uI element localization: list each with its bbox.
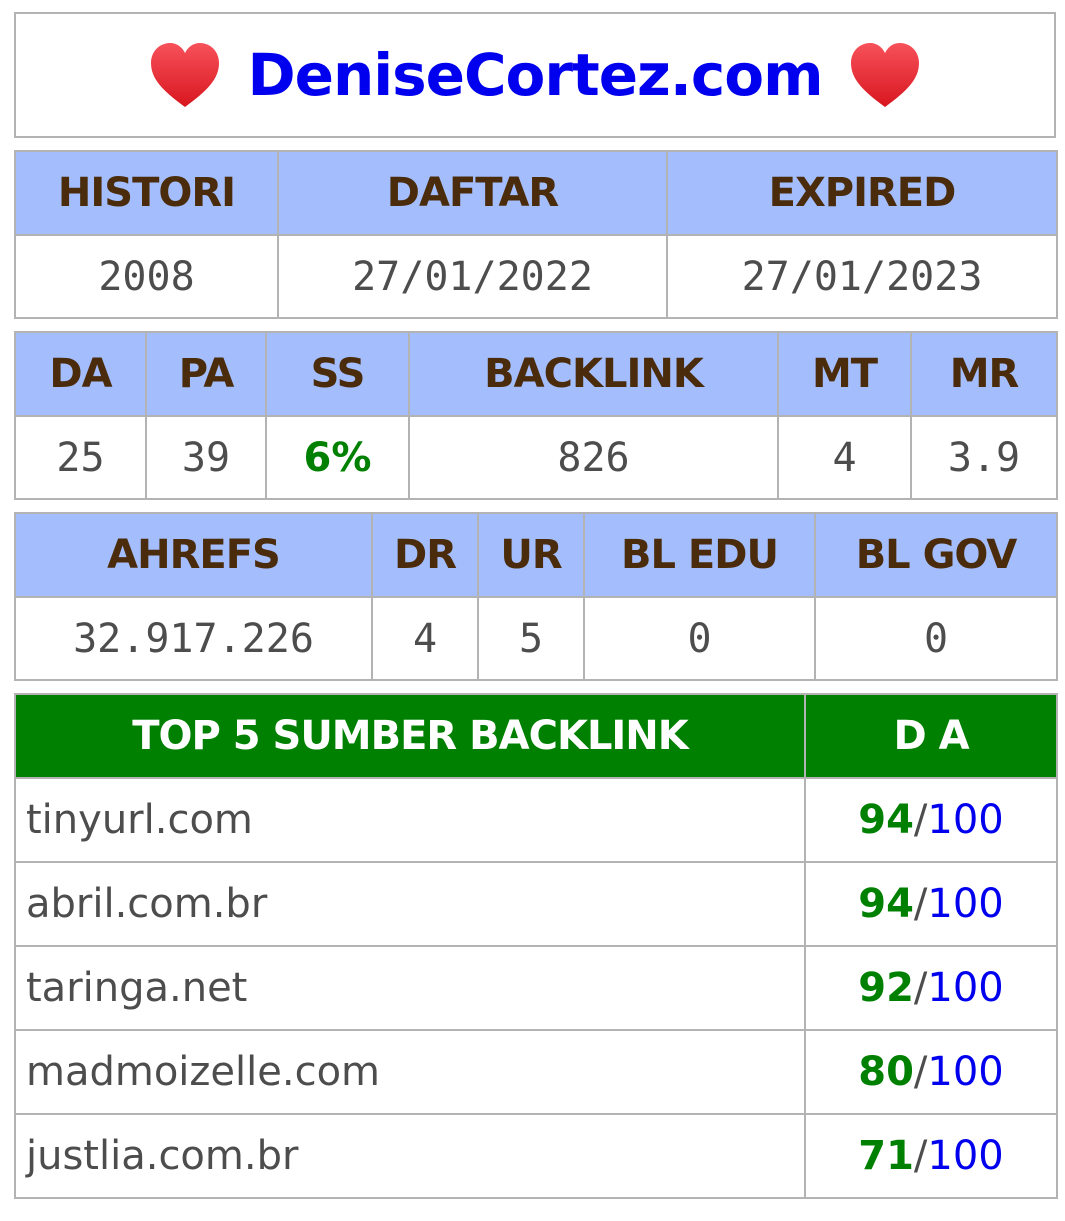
da-score: 71 — [858, 1133, 914, 1179]
table-row: 25 39 6% 826 4 3.9 — [14, 415, 1058, 500]
header-ur: UR — [477, 512, 585, 598]
value-mt: 4 — [777, 415, 912, 500]
site-title: DeniseCortez.com — [247, 41, 823, 109]
table-header-row: HISTORI DAFTAR EXPIRED — [14, 150, 1058, 236]
value-histori: 2008 — [14, 234, 279, 319]
header-dr: DR — [371, 512, 479, 598]
score-slash: / — [913, 965, 928, 1011]
da-max: 100 — [927, 797, 1004, 843]
header-pa: PA — [145, 331, 267, 417]
da-score: 80 — [858, 1049, 914, 1095]
da-score: 94 — [858, 881, 914, 927]
value-mr: 3.9 — [910, 415, 1058, 500]
da-max: 100 — [927, 965, 1004, 1011]
table-header-row: AHREFS DR UR BL EDU BL GOV — [14, 512, 1058, 598]
table-row: madmoizelle.com 80/100 — [14, 1029, 1058, 1115]
da-max: 100 — [927, 1133, 1004, 1179]
da-max: 100 — [927, 881, 1004, 927]
table-row: justlia.com.br 71/100 — [14, 1113, 1058, 1199]
heart-icon — [151, 43, 220, 107]
value-da: 25 — [14, 415, 147, 500]
backlink-source: taringa.net — [14, 945, 806, 1031]
header-ss: SS — [265, 331, 410, 417]
title-banner: DeniseCortez.com — [14, 12, 1056, 138]
score-slash: / — [913, 881, 928, 927]
value-expired: 27/01/2023 — [666, 234, 1058, 319]
backlink-source: abril.com.br — [14, 861, 806, 947]
header-ahrefs: AHREFS — [14, 512, 373, 598]
ahrefs-metrics-table: AHREFS DR UR BL EDU BL GOV 32.917.226 4 … — [14, 512, 1058, 681]
domain-info-table: HISTORI DAFTAR EXPIRED 2008 27/01/2022 2… — [14, 150, 1058, 319]
header-da: DA — [14, 331, 147, 417]
backlink-source: tinyurl.com — [14, 777, 806, 863]
table-row: tinyurl.com 94/100 — [14, 777, 1058, 863]
value-ur: 5 — [477, 596, 585, 681]
backlink-source: madmoizelle.com — [14, 1029, 806, 1115]
table-header-row: DA PA SS BACKLINK MT MR — [14, 331, 1058, 417]
backlink-da: 92/100 — [804, 945, 1058, 1031]
value-ahrefs: 32.917.226 — [14, 596, 373, 681]
backlink-source: justlia.com.br — [14, 1113, 806, 1199]
header-backlink: BACKLINK — [408, 331, 779, 417]
table-row: 32.917.226 4 5 0 0 — [14, 596, 1058, 681]
table-header-row: TOP 5 SUMBER BACKLINK D A — [14, 693, 1058, 779]
table-row: taringa.net 92/100 — [14, 945, 1058, 1031]
table-row: 2008 27/01/2022 27/01/2023 — [14, 234, 1058, 319]
value-pa: 39 — [145, 415, 267, 500]
value-dr: 4 — [371, 596, 479, 681]
moz-metrics-table: DA PA SS BACKLINK MT MR 25 39 6% 826 4 3… — [14, 331, 1058, 500]
header-bl-gov: BL GOV — [814, 512, 1058, 598]
spam-score: 6% — [303, 434, 372, 481]
value-bl-gov: 0 — [814, 596, 1058, 681]
backlink-da: 94/100 — [804, 861, 1058, 947]
da-score: 94 — [858, 797, 914, 843]
da-score: 92 — [858, 965, 914, 1011]
da-max: 100 — [927, 1049, 1004, 1095]
heart-icon — [850, 43, 919, 107]
header-histori: HISTORI — [14, 150, 279, 236]
table-row: abril.com.br 94/100 — [14, 861, 1058, 947]
stats-card: DeniseCortez.com HISTORI DAFTAR EXPIRED … — [14, 12, 1058, 1199]
score-slash: / — [913, 797, 928, 843]
score-slash: / — [913, 1133, 928, 1179]
header-mr: MR — [910, 331, 1058, 417]
backlink-da: 94/100 — [804, 777, 1058, 863]
value-backlink: 826 — [408, 415, 779, 500]
header-da-score: D A — [804, 693, 1058, 779]
header-mt: MT — [777, 331, 912, 417]
header-top-sources: TOP 5 SUMBER BACKLINK — [14, 693, 806, 779]
header-bl-edu: BL EDU — [583, 512, 816, 598]
header-expired: EXPIRED — [666, 150, 1058, 236]
value-ss: 6% — [265, 415, 410, 500]
header-daftar: DAFTAR — [277, 150, 668, 236]
backlink-da: 80/100 — [804, 1029, 1058, 1115]
score-slash: / — [913, 1049, 928, 1095]
backlink-da: 71/100 — [804, 1113, 1058, 1199]
value-bl-edu: 0 — [583, 596, 816, 681]
value-daftar: 27/01/2022 — [277, 234, 668, 319]
top-backlinks-table: TOP 5 SUMBER BACKLINK D A tinyurl.com 94… — [14, 693, 1058, 1199]
